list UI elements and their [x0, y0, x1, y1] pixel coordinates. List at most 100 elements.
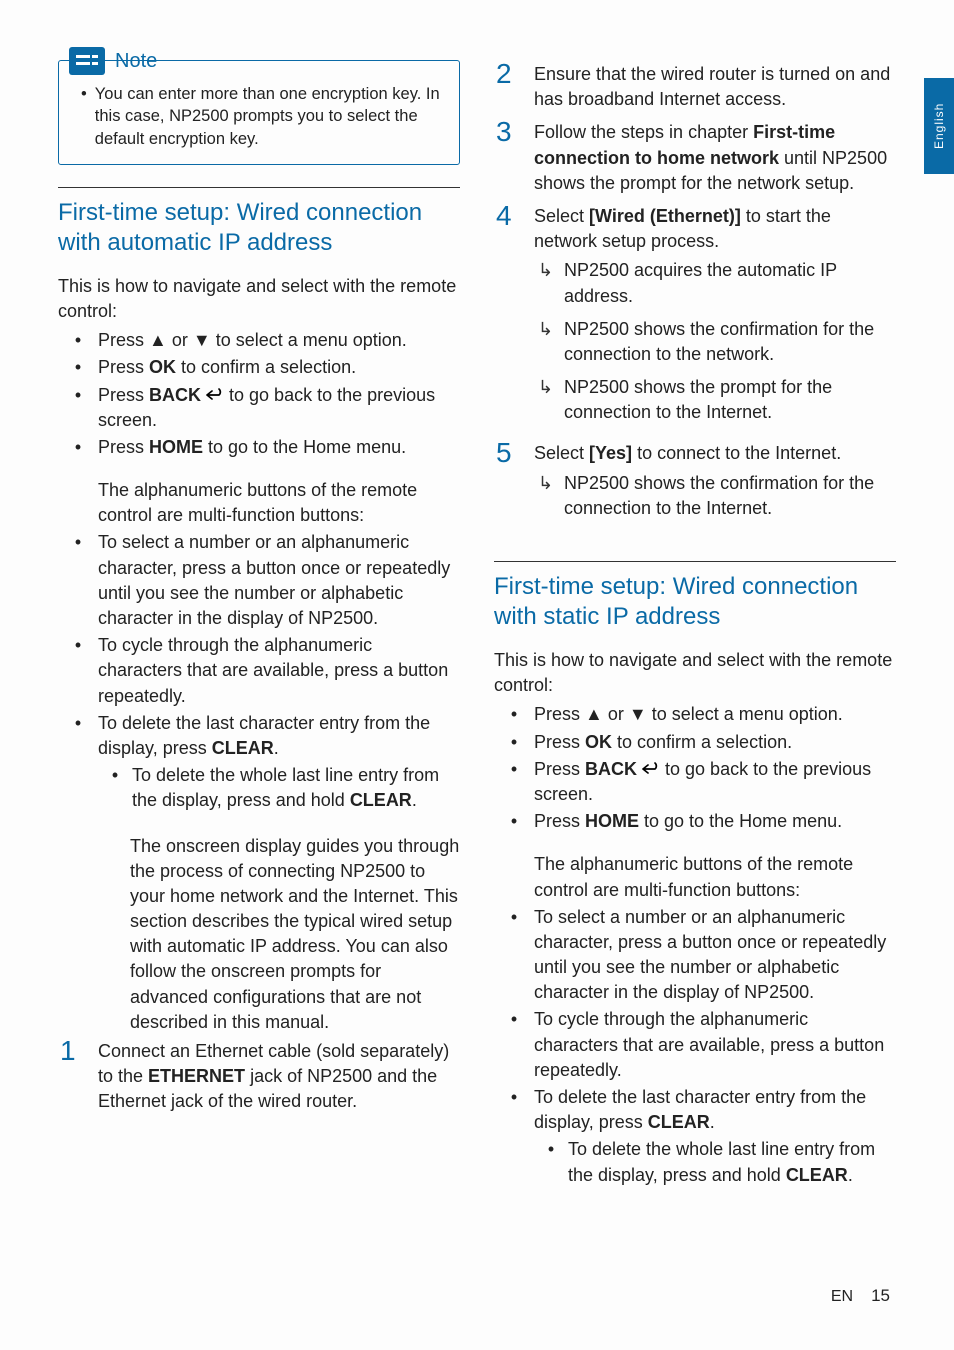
bullet-icon: • [494, 1007, 534, 1083]
bullet-icon: • [58, 355, 98, 380]
bullet-icon: • [98, 763, 132, 813]
bullet-icon: • [58, 711, 98, 816]
step-number: 5 [494, 439, 534, 529]
right-column: 2 Ensure that the wired router is turned… [494, 60, 896, 1240]
footer-lang: EN [831, 1288, 853, 1306]
section-divider [58, 187, 460, 188]
bullet-icon: • [58, 530, 98, 631]
step-item: 1 Connect an Ethernet cable (sold separa… [58, 1037, 460, 1115]
sub-list-item: • To delete the whole last line entry fr… [98, 763, 460, 813]
section-heading-static-ip: First-time setup: Wired connection with … [494, 572, 896, 632]
step-text: Ensure that the wired router is turned o… [534, 60, 896, 112]
step-item: 4 Select [Wired (Ethernet)] to start the… [494, 202, 896, 434]
list-item: • To select a number or an alphanumeric … [58, 530, 460, 631]
bullet-icon: • [494, 809, 534, 834]
step-item: 3 Follow the steps in chapter First-time… [494, 118, 896, 196]
step-text: Follow the steps in chapter First-time c… [534, 118, 896, 196]
list-text: To select a number or an alphanumeric ch… [98, 530, 460, 631]
note-text: You can enter more than one encryption k… [95, 83, 445, 150]
sub-list-item: • To delete the whole last line entry fr… [534, 1137, 896, 1187]
bullet-icon: • [58, 328, 98, 353]
list-text: To delete the last character entry from … [534, 1085, 896, 1190]
up-arrow-icon: ▲ [585, 704, 603, 724]
list-item: • Press HOME to go to the Home menu. [58, 435, 460, 460]
result-item: ↳NP2500 shows the confirmation for the c… [538, 317, 896, 367]
step-number: 4 [494, 202, 534, 434]
list-item: • Press ▲ or ▼ to select a menu option. [58, 328, 460, 353]
steps-list-right: 2 Ensure that the wired router is turned… [494, 60, 896, 529]
section-divider [494, 561, 896, 562]
list-item: • To delete the last character entry fro… [494, 1085, 896, 1190]
result-item: ↳NP2500 acquires the automatic IP addres… [538, 258, 896, 308]
back-icon [642, 759, 660, 779]
list-text: To select a number or an alphanumeric ch… [534, 905, 896, 1006]
bullet-icon: • [494, 905, 534, 1006]
step-number: 3 [494, 118, 534, 196]
list-item: • To cycle through the alphanumeric char… [58, 633, 460, 709]
step-number: 1 [58, 1037, 98, 1115]
alpha-intro-2: The alphanumeric buttons of the remote c… [534, 852, 896, 902]
step-text: Select [Wired (Ethernet)] to start the n… [534, 202, 896, 434]
list-item: • Press BACK to go back to the previous … [58, 383, 460, 433]
nav-instructions-list: • Press ▲ or ▼ to select a menu option. … [58, 328, 460, 460]
bullet-icon: • [58, 383, 98, 433]
alpha-list-2: • To select a number or an alphanumeric … [494, 905, 896, 1190]
down-arrow-icon: ▼ [193, 330, 211, 350]
result-item: ↳NP2500 shows the prompt for the connect… [538, 375, 896, 425]
page-body: Note • You can enter more than one encry… [0, 0, 954, 1280]
bullet-icon: • [494, 757, 534, 807]
alpha-list: • To select a number or an alphanumeric … [58, 530, 460, 815]
sub-list-text: To delete the whole last line entry from… [568, 1137, 896, 1187]
bullet-icon: • [58, 435, 98, 460]
nav-instructions-list-2: • Press ▲ or ▼ to select a menu option. … [494, 702, 896, 834]
intro-text: This is how to navigate and select with … [494, 648, 896, 698]
step-item: 5 Select [Yes] to connect to the Interne… [494, 439, 896, 529]
list-text: Press BACK to go back to the previous sc… [98, 383, 460, 433]
list-text: Press BACK to go back to the previous sc… [534, 757, 896, 807]
list-text: To cycle through the alphanumeric charac… [98, 633, 460, 709]
list-item: • Press OK to confirm a selection. [494, 730, 896, 755]
bullet-icon: • [494, 730, 534, 755]
list-text: Press OK to confirm a selection. [98, 355, 460, 380]
back-icon [206, 385, 224, 405]
list-text: Press ▲ or ▼ to select a menu option. [98, 328, 460, 353]
result-arrow-icon: ↳ [538, 258, 564, 308]
list-text: Press HOME to go to the Home menu. [534, 809, 896, 834]
step-item: 2 Ensure that the wired router is turned… [494, 60, 896, 112]
bullet-icon: • [58, 633, 98, 709]
result-arrow-icon: ↳ [538, 375, 564, 425]
steps-list-left: 1 Connect an Ethernet cable (sold separa… [58, 1037, 460, 1115]
bullet-icon: • [534, 1137, 568, 1187]
step-text: Connect an Ethernet cable (sold separate… [98, 1037, 460, 1115]
result-item: ↳NP2500 shows the confirmation for the c… [538, 471, 896, 521]
step-text: Select [Yes] to connect to the Internet.… [534, 439, 896, 529]
left-column: Note • You can enter more than one encry… [58, 60, 460, 1240]
page-footer: EN 15 [831, 1286, 890, 1306]
note-box: Note • You can enter more than one encry… [58, 60, 460, 165]
list-text: Press HOME to go to the Home menu. [98, 435, 460, 460]
intro-text: This is how to navigate and select with … [58, 274, 460, 324]
list-text: To cycle through the alphanumeric charac… [534, 1007, 896, 1083]
list-item: • Press ▲ or ▼ to select a menu option. [494, 702, 896, 727]
list-item: • Press HOME to go to the Home menu. [494, 809, 896, 834]
section-heading-auto-ip: First-time setup: Wired connection with … [58, 198, 460, 258]
list-item: • To cycle through the alphanumeric char… [494, 1007, 896, 1083]
bullet-icon: • [81, 83, 87, 150]
result-arrow-icon: ↳ [538, 471, 564, 521]
language-side-tab: English [924, 78, 954, 174]
footer-page-number: 15 [871, 1286, 890, 1306]
up-arrow-icon: ▲ [149, 330, 167, 350]
result-arrow-icon: ↳ [538, 317, 564, 367]
list-item: • Press BACK to go back to the previous … [494, 757, 896, 807]
list-item: • To select a number or an alphanumeric … [494, 905, 896, 1006]
note-title: Note [115, 48, 157, 75]
note-icon [69, 47, 105, 75]
list-text: Press OK to confirm a selection. [534, 730, 896, 755]
step-number: 2 [494, 60, 534, 112]
guide-paragraph: The onscreen display guides you through … [130, 834, 460, 1036]
sub-list-text: To delete the whole last line entry from… [132, 763, 460, 813]
down-arrow-icon: ▼ [629, 704, 647, 724]
bullet-icon: • [494, 702, 534, 727]
list-text: Press ▲ or ▼ to select a menu option. [534, 702, 896, 727]
list-item: • Press OK to confirm a selection. [58, 355, 460, 380]
